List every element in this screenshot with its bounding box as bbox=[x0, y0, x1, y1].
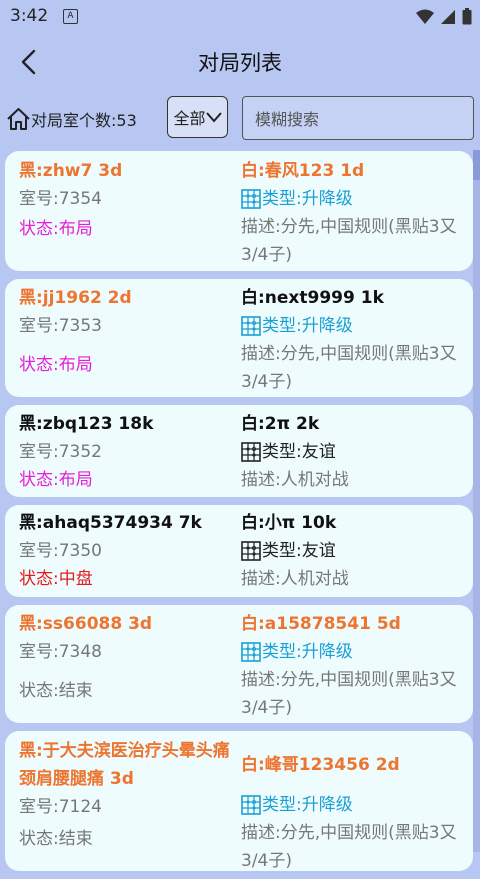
room-description: 描述:人机对战 bbox=[241, 569, 349, 589]
room-card[interactable]: 黑:于大夫滨医治疗头晕头痛颈肩腰腿痛 3d 室号:7124 状态:结束 白:峰哥… bbox=[5, 731, 473, 871]
battery-icon bbox=[462, 8, 472, 25]
status-bar: 3:42 A bbox=[0, 0, 480, 34]
room-description: 描述:分先,中国规则(黑贴3又3/4子) bbox=[241, 670, 457, 718]
status-time: 3:42 bbox=[10, 6, 49, 26]
room-type-label: 类型:升降级 bbox=[262, 642, 353, 662]
room-description: 描述:分先,中国规则(黑贴3又3/4子) bbox=[241, 344, 457, 392]
room-type-label: 类型:升降级 bbox=[262, 189, 353, 209]
signal-icon bbox=[441, 9, 455, 24]
go-board-icon bbox=[241, 795, 261, 815]
room-status: 状态:结束 bbox=[19, 681, 93, 701]
go-board-icon bbox=[241, 316, 261, 336]
toolbar: 对局室个数:53 全部 模糊搜索 bbox=[0, 96, 480, 142]
room-number: 室号:7350 bbox=[19, 541, 102, 561]
room-type-label: 类型:升降级 bbox=[262, 316, 353, 336]
room-status: 状态:结束 bbox=[19, 829, 93, 849]
room-list: 黑:zhw7 3d 室号:7354 状态:布局 白:春风123 1d 类型:升降… bbox=[5, 151, 473, 879]
room-count-label: 对局室个数:53 bbox=[31, 110, 137, 130]
room-description: 描述:人机对战 bbox=[241, 470, 349, 490]
room-number: 室号:7348 bbox=[19, 642, 102, 662]
white-player: 白:2π 2k bbox=[241, 414, 320, 434]
room-status: 状态:布局 bbox=[19, 470, 93, 490]
room-card[interactable]: 黑:ss66088 3d 室号:7348 状态:结束 白:a15878541 5… bbox=[5, 605, 473, 723]
room-type-label: 类型:友谊 bbox=[262, 541, 336, 561]
home-icon bbox=[7, 108, 30, 130]
room-card[interactable]: 黑:ahaq5374934 7k 室号:7350 状态:中盘 白:小π 10k … bbox=[5, 505, 473, 597]
room-status: 状态:布局 bbox=[19, 219, 93, 239]
black-player: 黑:ss66088 3d bbox=[19, 614, 153, 634]
room-count: 对局室个数:53 bbox=[6, 106, 137, 131]
scrollbar-track[interactable] bbox=[473, 150, 480, 852]
room-description: 描述:分先,中国规则(黑贴3又3/4子) bbox=[241, 217, 457, 265]
room-type: 类型:升降级 bbox=[241, 638, 467, 666]
room-status: 状态:中盘 bbox=[19, 569, 93, 589]
room-card[interactable]: 黑:jj1962 2d 室号:7353 状态:布局 白:next9999 1k … bbox=[5, 279, 473, 397]
white-player: 白:next9999 1k bbox=[241, 288, 384, 308]
white-player: 白:小π 10k bbox=[241, 513, 337, 533]
filter-dropdown[interactable]: 全部 bbox=[167, 96, 228, 138]
app-header: 对局列表 bbox=[0, 34, 480, 90]
wifi-icon bbox=[416, 9, 434, 24]
room-number: 室号:7352 bbox=[19, 442, 102, 462]
black-player: 黑:zbq123 18k bbox=[19, 414, 154, 434]
room-number: 室号:7124 bbox=[19, 797, 102, 817]
go-board-icon bbox=[241, 442, 261, 462]
status-icons bbox=[416, 8, 472, 25]
room-number: 室号:7353 bbox=[19, 316, 102, 336]
filter-value: 全部 bbox=[173, 109, 206, 128]
go-board-icon bbox=[241, 642, 261, 662]
notification-badge-icon: A bbox=[63, 9, 78, 24]
go-board-icon bbox=[241, 189, 261, 209]
room-type: 类型:升降级 bbox=[241, 791, 467, 819]
white-player: 白:a15878541 5d bbox=[241, 614, 401, 634]
black-player: 黑:ahaq5374934 7k bbox=[19, 513, 202, 533]
black-player: 黑:zhw7 3d bbox=[19, 161, 123, 181]
room-type: 类型:升降级 bbox=[241, 312, 467, 340]
search-input[interactable]: 模糊搜索 bbox=[242, 96, 474, 140]
go-board-icon bbox=[241, 541, 261, 561]
room-description: 描述:分先,中国规则(黑贴3又3/4子) bbox=[241, 823, 457, 871]
black-player: 黑:于大夫滨医治疗头晕头痛颈肩腰腿痛 3d bbox=[19, 741, 230, 789]
page-title: 对局列表 bbox=[198, 51, 282, 75]
room-status: 状态:布局 bbox=[19, 355, 93, 375]
chevron-down-icon bbox=[205, 112, 222, 123]
room-type: 类型:友谊 bbox=[241, 537, 467, 565]
black-player: 黑:jj1962 2d bbox=[19, 288, 132, 308]
room-card[interactable]: 黑:zbq123 18k 室号:7352 状态:布局 白:2π 2k 类型:友谊… bbox=[5, 405, 473, 497]
room-type-label: 类型:友谊 bbox=[262, 442, 336, 462]
white-player: 白:峰哥123456 2d bbox=[241, 755, 400, 775]
room-card[interactable]: 黑:zhw7 3d 室号:7354 状态:布局 白:春风123 1d 类型:升降… bbox=[5, 151, 473, 271]
scrollbar-thumb[interactable] bbox=[473, 150, 480, 180]
room-type: 类型:友谊 bbox=[241, 438, 467, 466]
room-number: 室号:7354 bbox=[19, 189, 102, 209]
white-player: 白:春风123 1d bbox=[241, 161, 365, 181]
room-type: 类型:升降级 bbox=[241, 185, 467, 213]
room-type-label: 类型:升降级 bbox=[262, 795, 353, 815]
